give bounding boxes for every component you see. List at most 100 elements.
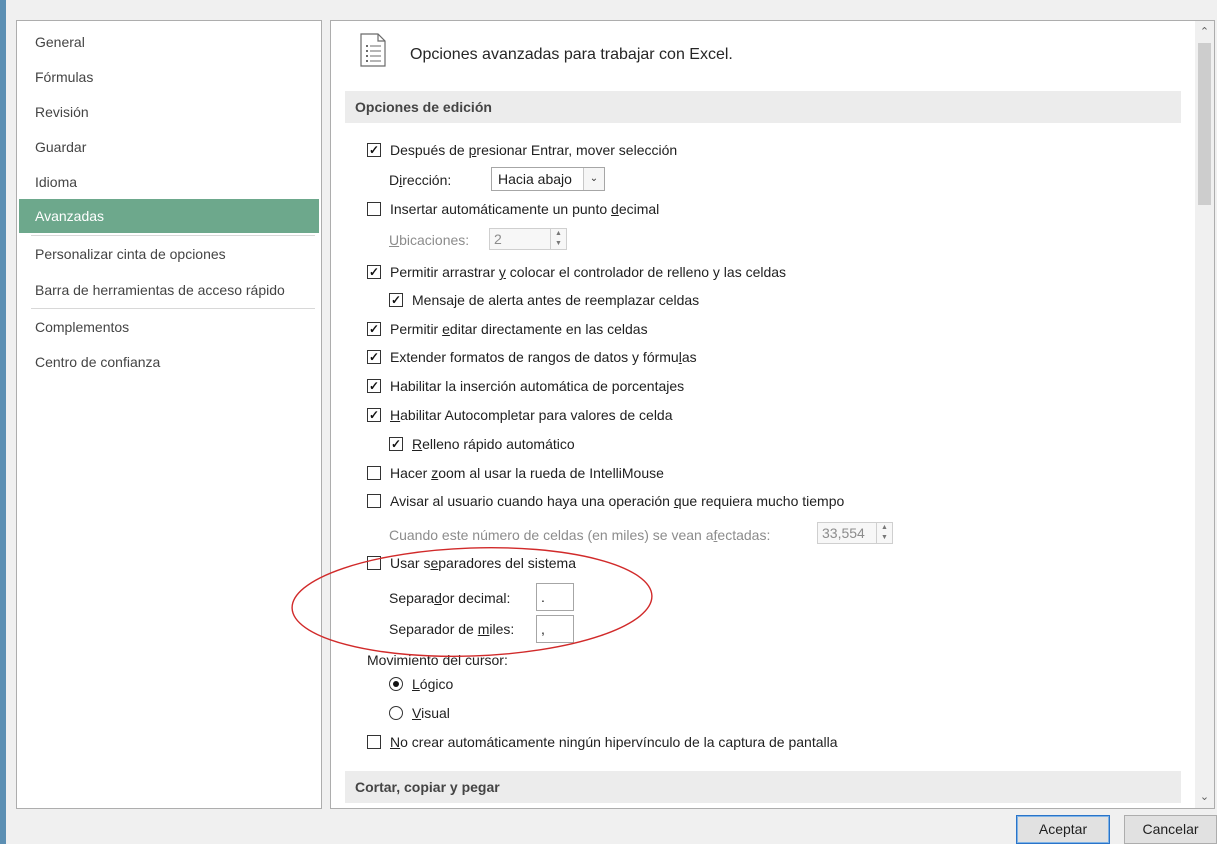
direction-select[interactable]: Hacia abajo ⌄ <box>491 167 605 191</box>
spinner-arrows-icon[interactable]: ▲ ▼ <box>550 229 566 249</box>
checkbox-icon[interactable]: ✓ <box>389 293 403 308</box>
nav-item-idioma[interactable]: Idioma <box>19 165 319 199</box>
label-text: iles: <box>489 621 515 637</box>
checkbox-auto-decimal[interactable]: Insertar automáticamente un punto decima… <box>367 198 659 220</box>
label-text: bicaciones: <box>399 232 470 248</box>
section-title: Cortar, copiar y pegar <box>355 779 500 795</box>
direction-label: Dirección: <box>389 169 451 191</box>
checkbox-icon[interactable]: ✓ <box>367 350 381 365</box>
radio-visual[interactable]: Visual <box>389 702 450 724</box>
label-text: ditar directamente en las celdas <box>449 321 648 337</box>
label-text: Hacer <box>390 465 432 481</box>
section-header-edicion: Opciones de edición <box>345 91 1181 123</box>
select-value: Hacia abajo <box>498 171 572 187</box>
label-text: Permitir <box>390 321 443 337</box>
page-title: Opciones avanzadas para trabajar con Exc… <box>410 46 733 63</box>
cancel-button[interactable]: Cancelar <box>1124 815 1217 844</box>
label-text: Separador de <box>389 621 478 637</box>
label-accel: q <box>673 493 682 509</box>
thousands-separator-input[interactable]: , <box>536 615 574 643</box>
input-value: . <box>541 589 545 605</box>
label-accel: e <box>442 321 450 337</box>
checkbox-autocomplete[interactable]: ✓ Habilitar Autocompletar para valores de… <box>367 404 673 426</box>
label-text: ógico <box>419 676 454 692</box>
section-header-cortar: Cortar, copiar y pegar <box>345 771 1181 803</box>
nav-item-formulas[interactable]: Fórmulas <box>19 60 319 94</box>
nav-item-complementos[interactable]: Complementos <box>19 310 319 344</box>
label-accel: N <box>390 734 401 750</box>
nav-item-general[interactable]: General <box>19 25 319 59</box>
checkbox-icon[interactable]: ✓ <box>367 143 381 158</box>
cursor-movement-label: Movimiento del cursor: <box>367 652 508 668</box>
label-accel: d <box>611 201 619 217</box>
spinner-arrows-icon[interactable]: ▲ ▼ <box>876 523 892 543</box>
label-text: paradores del sistema <box>438 555 576 571</box>
radio-logical[interactable]: Lógico <box>389 673 453 695</box>
spinner-value: 33,554 <box>822 525 865 541</box>
label-accel: U <box>389 232 400 248</box>
scroll-thumb[interactable] <box>1198 43 1211 205</box>
label-text: Habilitar la inserción automática de por… <box>390 378 685 394</box>
label-text: Cuando este número de celdas (en miles) … <box>389 527 714 543</box>
nav-item-personalizar-cinta[interactable]: Personalizar cinta de opciones <box>19 237 319 271</box>
label-accel: m <box>477 621 490 637</box>
section-title: Opciones de edición <box>355 99 492 115</box>
label-text: Extender formatos de rangos de datos y f… <box>390 349 679 365</box>
checkbox-icon[interactable] <box>367 735 381 750</box>
checkbox-icon[interactable] <box>367 466 381 481</box>
label-text: abilitar Autocompletar para valores de c… <box>400 407 673 423</box>
checkbox-icon[interactable]: ✓ <box>367 265 381 280</box>
label-text: Permitir arrastrar <box>390 264 499 280</box>
checkbox-alert-long[interactable]: Avisar al usuario cuando haya una operac… <box>367 490 844 512</box>
places-spinner[interactable]: 2 ▲ ▼ <box>489 228 567 250</box>
label-text: ue requiera mucho tiempo <box>681 493 845 509</box>
checkbox-icon[interactable] <box>367 556 381 571</box>
chevron-down-icon[interactable]: ⌄ <box>583 168 604 190</box>
label-text: Después de <box>390 142 469 158</box>
scroll-down-icon[interactable]: ⌄ <box>1195 788 1214 806</box>
nav-separator <box>31 308 315 309</box>
checkbox-icon[interactable] <box>367 494 381 509</box>
label-text: Insertar automáticamente un punto <box>390 201 612 217</box>
checkbox-flash-fill[interactable]: ✓ Relleno rápido automático <box>389 433 575 455</box>
checkbox-alert-replace[interactable]: ✓ Mensaje de alerta antes de reemplazar c… <box>389 289 699 311</box>
checkbox-extend-formats[interactable]: ✓ Extender formatos de rangos de datos y … <box>367 346 697 368</box>
label-accel: H <box>390 407 401 423</box>
label-text: as <box>681 349 697 365</box>
label-accel: y <box>498 264 506 280</box>
label-accel: V <box>412 705 422 721</box>
label-text: D <box>389 172 400 188</box>
checkbox-icon[interactable]: ✓ <box>367 408 381 423</box>
nav-panel: General Fórmulas Revisión Guardar Idioma… <box>16 20 322 809</box>
checkbox-system-separators[interactable]: Usar separadores del sistema <box>367 552 576 574</box>
checkbox-icon[interactable]: ✓ <box>367 379 381 394</box>
checkbox-icon[interactable] <box>367 202 381 217</box>
vertical-scrollbar[interactable]: ⌃ ⌄ <box>1195 21 1214 808</box>
cells-affected-label: Cuando este número de celdas (en miles) … <box>389 524 770 546</box>
label-accel: R <box>412 436 423 452</box>
scroll-up-icon[interactable]: ⌃ <box>1195 23 1214 41</box>
cells-affected-spinner[interactable]: 33,554 ▲ ▼ <box>817 522 893 544</box>
checkbox-zoom-roll[interactable]: Hacer zoom al usar la rueda de IntelliMo… <box>367 462 664 484</box>
nav-separator <box>31 235 315 236</box>
ok-button[interactable]: Aceptar <box>1016 815 1110 844</box>
radio-icon[interactable] <box>389 706 403 721</box>
checkbox-after-enter[interactable]: ✓ Después de presionar Entrar, mover sele… <box>367 139 677 161</box>
checkbox-edit-direct[interactable]: ✓ Permitir editar directamente en las cel… <box>367 318 648 340</box>
checkbox-drag-fill[interactable]: ✓ Permitir arrastrar y colocar el control… <box>367 261 786 283</box>
radio-icon[interactable] <box>389 677 403 692</box>
decimal-separator-input[interactable]: . <box>536 583 574 611</box>
checkbox-auto-percent[interactable]: ✓ Habilitar la inserción automática de po… <box>367 375 684 397</box>
nav-item-barra-acceso-rapido[interactable]: Barra de herramientas de acceso rápido <box>19 273 319 307</box>
nav-item-centro-confianza[interactable]: Centro de confianza <box>19 345 319 379</box>
checkbox-icon[interactable]: ✓ <box>389 437 403 452</box>
nav-item-avanzadas[interactable]: Avanzadas <box>19 199 319 233</box>
checkbox-no-hyperlink[interactable]: No crear automáticamente ningún hipervín… <box>367 731 838 753</box>
nav-item-revision[interactable]: Revisión <box>19 95 319 129</box>
spinner-value: 2 <box>494 231 502 247</box>
nav-item-guardar[interactable]: Guardar <box>19 130 319 164</box>
label-text: Usar s <box>390 555 431 571</box>
decimal-separator-label: Separador decimal: <box>389 587 510 609</box>
label-text: Avisar al usuario cuando haya una operac… <box>390 493 674 509</box>
checkbox-icon[interactable]: ✓ <box>367 322 381 337</box>
